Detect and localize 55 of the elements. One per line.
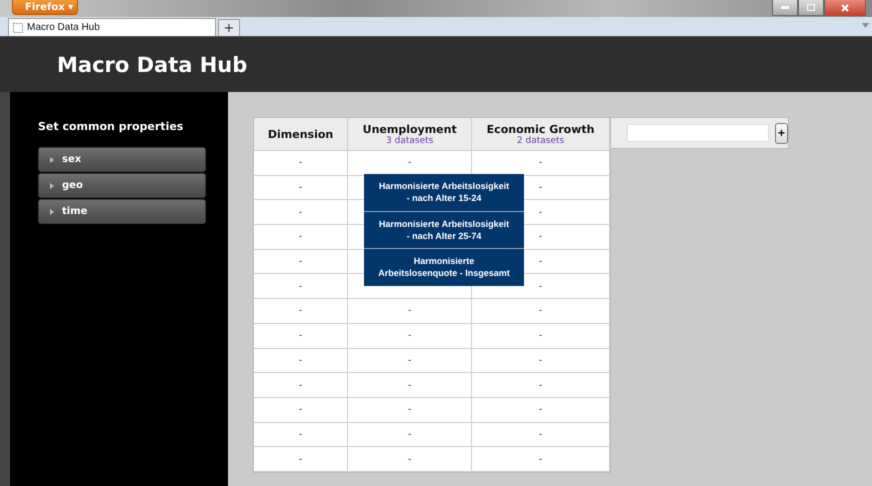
dataset-count: 3 datasets <box>386 136 434 146</box>
table-cell: - <box>472 324 610 348</box>
close-icon <box>841 4 849 12</box>
table-cell: - <box>254 250 348 274</box>
property-item[interactable]: sex <box>38 147 206 172</box>
table-cell: - <box>254 324 348 348</box>
table-cell: - <box>348 447 472 472</box>
caret-right-icon <box>49 156 54 162</box>
table-cell: - <box>254 274 348 300</box>
table-cell: - <box>348 373 472 398</box>
caret-right-icon <box>49 208 54 214</box>
dataset-count: 2 datasets <box>516 136 564 146</box>
sidebar-heading: Set common properties <box>38 120 184 133</box>
table-cell: - <box>254 225 348 250</box>
table-cell: - <box>254 348 348 374</box>
table-cell: - <box>472 373 610 398</box>
table-cell: - <box>348 299 472 324</box>
table-cell: - <box>254 447 348 472</box>
table-cell: - <box>254 422 348 448</box>
table-cell: - <box>472 299 610 324</box>
minimize-icon <box>781 6 789 9</box>
table-cell: - <box>348 398 472 423</box>
table-cell: - <box>348 324 472 348</box>
minimize-button[interactable] <box>772 0 798 16</box>
table-cell: - <box>472 447 610 472</box>
table-cell: - <box>254 151 348 176</box>
maximize-icon <box>807 4 815 11</box>
table-cell: - <box>254 176 348 200</box>
dataset-menu-item[interactable]: Harmonisierte Arbeitslosenquote - Insgesamt <box>364 249 524 286</box>
table-cell: - <box>348 348 472 374</box>
column-title: Unemployment <box>362 122 457 136</box>
property-item[interactable]: geo <box>38 173 206 198</box>
dataset-menu-item[interactable]: Harmonisierte Arbeitslosigkeit - nach Alter 25-74 <box>364 212 524 248</box>
browser-tab[interactable]: Macro Data Hub <box>8 18 216 36</box>
page-icon <box>13 22 23 32</box>
table-cell: - <box>472 398 610 423</box>
column-title: Economic Growth <box>486 122 594 136</box>
table-cell: - <box>254 200 348 226</box>
app-title: Macro Data Hub <box>57 52 248 76</box>
table-cell: - <box>472 422 610 448</box>
property-item[interactable]: time <box>38 199 206 224</box>
table-cell: - <box>348 422 472 448</box>
table-cell: - <box>254 373 348 398</box>
column-name-field[interactable] <box>627 124 769 142</box>
table-cell: - <box>472 348 610 374</box>
maximize-button[interactable] <box>798 0 824 16</box>
dropdown-icon[interactable] <box>862 23 869 28</box>
table-cell: - <box>254 299 348 324</box>
dataset-menu-item[interactable]: Harmonisierte Arbeitslosigkeit - nach Alter 15-24 <box>364 174 524 210</box>
new-tab-button[interactable]: + <box>218 19 240 36</box>
caret-right-icon <box>49 182 54 188</box>
table-cell: - <box>254 398 348 423</box>
add-column-button[interactable]: + <box>775 122 788 144</box>
column-title: Dimension <box>268 128 334 140</box>
close-button[interactable] <box>824 0 866 16</box>
